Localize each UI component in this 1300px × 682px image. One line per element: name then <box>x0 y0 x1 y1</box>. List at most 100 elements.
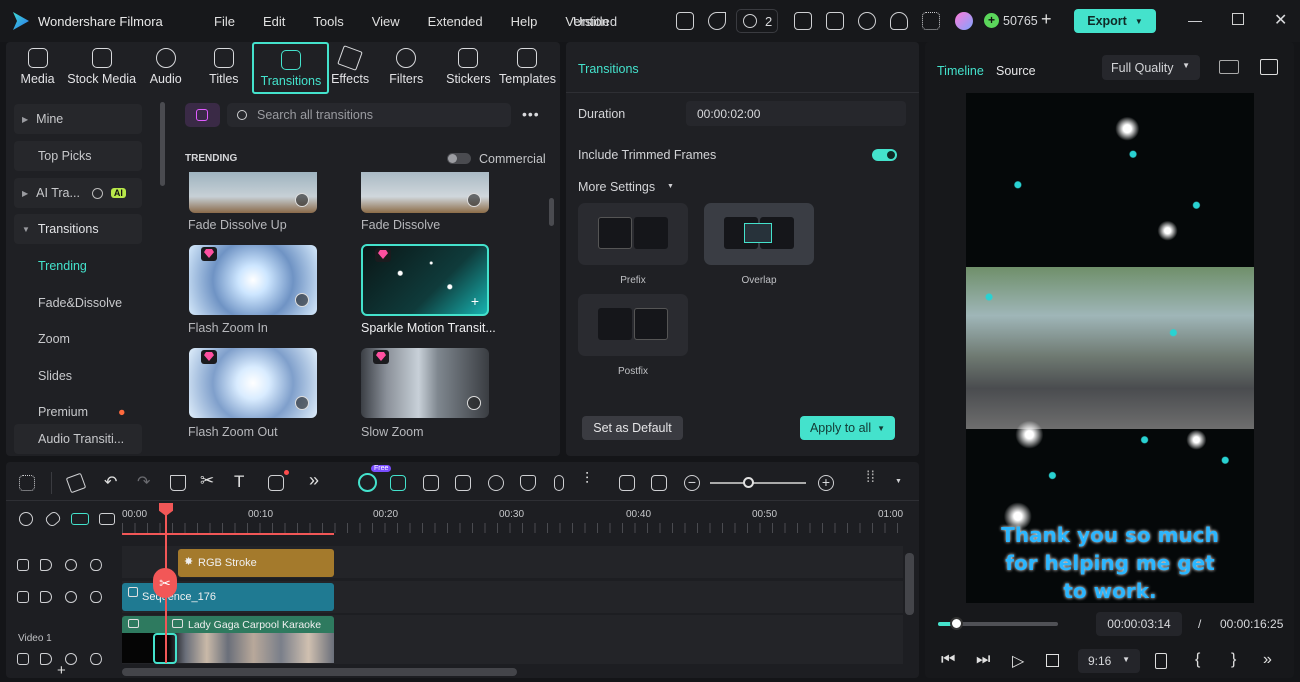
display-mode-icon[interactable] <box>1155 653 1167 669</box>
zoom-slider[interactable] <box>710 482 806 484</box>
layout-grid-icon[interactable] <box>19 475 35 491</box>
add-credits-icon[interactable]: + <box>1041 9 1052 30</box>
voice-over-icon[interactable] <box>619 475 635 491</box>
tab-transitions[interactable]: Transitions <box>252 42 330 94</box>
mute-icon[interactable] <box>65 559 77 571</box>
transition-thumb-fade-dissolve[interactable] <box>361 172 489 213</box>
tab-stock-media[interactable]: Stock Media <box>67 42 136 94</box>
sidebar-item-premium[interactable]: Premium ● <box>14 397 142 427</box>
zoom-slider-handle[interactable] <box>743 477 754 488</box>
ai-edit-icon[interactable] <box>423 475 439 491</box>
tab-templates[interactable]: Templates <box>495 42 560 94</box>
clip-rgb-stroke[interactable]: ✸ RGB Stroke <box>178 549 334 577</box>
gear-icon[interactable] <box>19 512 33 526</box>
restore-icon[interactable] <box>1232 13 1244 25</box>
delete-icon[interactable] <box>170 475 186 491</box>
quality-select[interactable]: Full Quality ▼ <box>1102 55 1200 80</box>
search-input[interactable]: Search all transitions <box>227 103 511 127</box>
include-trimmed-toggle[interactable] <box>872 149 897 161</box>
tab-audio[interactable]: Audio <box>136 42 195 94</box>
set-as-default-button[interactable]: Set as Default <box>582 416 683 440</box>
gift-icon[interactable] <box>676 12 694 30</box>
add-icon[interactable]: + <box>471 293 479 309</box>
sidebar-scrollbar[interactable] <box>160 102 165 186</box>
zoom-out-icon[interactable]: − <box>684 475 700 491</box>
download-icon[interactable] <box>295 293 309 307</box>
option-postfix[interactable] <box>578 294 688 356</box>
expand-toolbar-icon[interactable]: » <box>309 470 319 491</box>
play-icon[interactable]: ▷ <box>1012 651 1024 671</box>
lock-icon[interactable] <box>17 559 29 571</box>
download-icon[interactable] <box>467 396 481 410</box>
undo-icon[interactable]: ↶ <box>104 472 117 492</box>
help-icon[interactable] <box>91 187 103 199</box>
next-frame-icon[interactable]: ⏭ <box>976 651 990 669</box>
option-overlap[interactable] <box>704 203 814 265</box>
transition-thumb-fade-dissolve-up[interactable] <box>189 172 317 213</box>
volume-icon[interactable] <box>40 653 52 665</box>
menu-edit[interactable]: Edit <box>263 14 285 29</box>
mark-out-icon[interactable]: } <box>1231 651 1236 669</box>
eye-icon[interactable] <box>90 559 102 571</box>
sidebar-item-mine[interactable]: ▶ Mine <box>14 104 142 134</box>
sidebar-item-zoom[interactable]: Zoom <box>14 324 142 354</box>
tab-source[interactable]: Source <box>996 64 1036 78</box>
split-scissors-icon[interactable]: ✂ <box>153 568 177 598</box>
library-scrollbar[interactable] <box>549 198 554 226</box>
save-icon[interactable] <box>826 12 844 30</box>
track-manager-icon[interactable] <box>99 513 115 525</box>
headset-icon[interactable] <box>890 12 908 30</box>
tab-filters[interactable]: Filters <box>371 42 442 94</box>
commercial-toggle[interactable] <box>447 153 471 164</box>
lock-icon[interactable] <box>17 591 29 603</box>
menu-view[interactable]: View <box>372 14 400 29</box>
preview-scrubber[interactable] <box>938 617 1058 630</box>
mark-in-icon[interactable]: { <box>1195 651 1200 669</box>
mute-icon[interactable] <box>65 591 77 603</box>
audio-mixer-icon[interactable]: ⫶ <box>585 471 589 489</box>
previous-frame-icon[interactable]: ⏮ <box>941 651 955 669</box>
export-button[interactable]: Export ▼ <box>1074 9 1156 33</box>
text-tool-icon[interactable]: T <box>234 472 244 492</box>
timeline-h-scrollbar[interactable] <box>122 668 517 676</box>
avatar[interactable] <box>955 12 973 30</box>
sidebar-item-top-picks[interactable]: Top Picks <box>14 141 142 171</box>
eye-icon[interactable] <box>90 591 102 603</box>
transition-thumb-flash-zoom-in[interactable] <box>189 245 317 315</box>
smart-cut-icon[interactable] <box>390 475 406 491</box>
sidebar-item-ai-transitions[interactable]: ▶ AI Tra... AI <box>14 178 142 208</box>
tab-timeline[interactable]: Timeline <box>937 64 984 78</box>
aspect-ratio-select[interactable]: 9:16 ▼ <box>1078 649 1140 673</box>
redo-icon[interactable]: ↷ <box>137 472 150 492</box>
mask-icon[interactable] <box>520 475 536 491</box>
transition-thumb-flash-zoom-out[interactable] <box>189 348 317 418</box>
timeline-v-scrollbar[interactable] <box>905 553 914 615</box>
tab-effects[interactable]: Effects <box>329 42 370 94</box>
add-track-icon[interactable]: + <box>57 662 66 679</box>
apps-grid-icon[interactable] <box>922 12 940 30</box>
eye-icon[interactable] <box>90 653 102 665</box>
sidebar-item-audio-transitions[interactable]: Audio Transiti... <box>14 424 142 454</box>
cloud-upload-icon[interactable] <box>858 12 876 30</box>
magnetic-snap-icon[interactable] <box>71 513 89 525</box>
apply-to-all-button[interactable]: Apply to all ▼ <box>800 416 895 440</box>
sidebar-item-slides[interactable]: Slides <box>14 361 142 391</box>
option-prefix[interactable] <box>578 203 688 265</box>
snapshot-icon[interactable] <box>1260 59 1278 75</box>
speed-icon[interactable] <box>488 475 504 491</box>
stop-icon[interactable] <box>1046 654 1059 667</box>
download-icon[interactable] <box>295 193 309 207</box>
video-preview[interactable]: Thank you so much for helping me get to … <box>966 93 1254 603</box>
menu-file[interactable]: File <box>214 14 235 29</box>
split-scissors-icon[interactable]: ✂ <box>200 471 214 491</box>
menu-tools[interactable]: Tools <box>313 14 343 29</box>
ai-filter-button[interactable] <box>185 103 220 127</box>
minimize-icon[interactable]: — <box>1188 12 1202 28</box>
menu-extended[interactable]: Extended <box>428 14 483 29</box>
zoom-in-icon[interactable]: + <box>818 475 834 491</box>
download-icon[interactable] <box>295 396 309 410</box>
more-options-icon[interactable]: ••• <box>522 106 540 122</box>
mute-icon[interactable] <box>65 653 77 665</box>
current-time[interactable]: 00:00:03:14 <box>1096 612 1182 636</box>
more-settings-caret-icon[interactable]: ▼ <box>667 183 674 190</box>
